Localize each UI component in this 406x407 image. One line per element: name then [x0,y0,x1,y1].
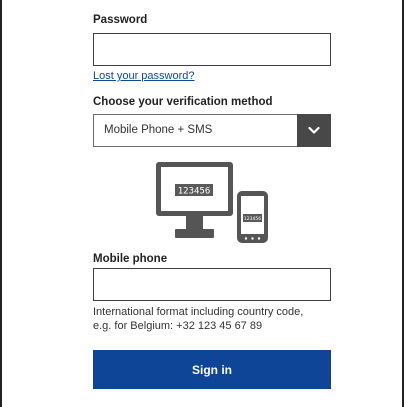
verification-method-value: Mobile Phone + SMS [104,124,213,136]
monitor-and-phone-icon: 123456 123456 [156,162,276,244]
mobile-phone-hint: International format including country c… [93,305,333,333]
password-label: Password [93,14,148,26]
verification-method-select[interactable]: Mobile Phone + SMS [93,114,331,147]
hint-line-1: International format including country c… [93,306,304,318]
sign-in-button[interactable]: Sign in [93,350,331,389]
mobile-phone-input[interactable] [93,268,331,301]
page-frame: Password Lost your password? Choose your… [0,0,404,407]
monitor-code: 123456 [178,187,211,197]
password-input[interactable] [93,33,331,66]
phone-code: 123456 [244,216,261,222]
hint-line-2: e.g. for Belgium: +32 123 45 67 89 [93,320,263,332]
lost-password-link[interactable]: Lost your password? [93,70,195,82]
chevron-down-icon[interactable] [297,114,331,147]
verification-method-label: Choose your verification method [93,96,273,108]
mobile-phone-label: Mobile phone [93,253,168,265]
